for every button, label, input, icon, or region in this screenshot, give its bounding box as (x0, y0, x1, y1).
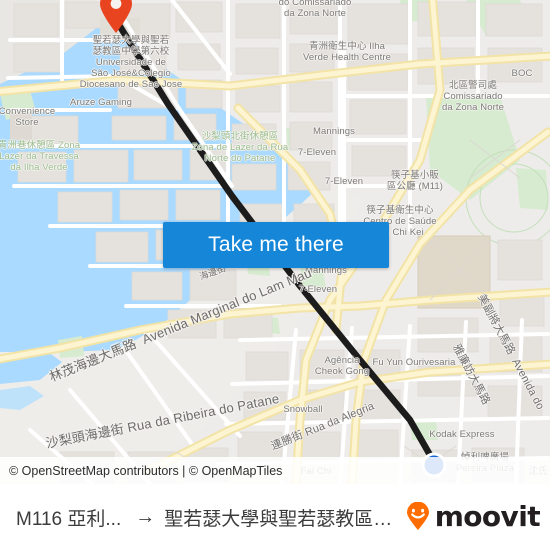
map-attribution-text[interactable]: © OpenStreetMap contributors | © OpenMap… (0, 464, 282, 478)
map-pin-icon (100, 0, 132, 33)
route-footer: M116 亞利... → 聖若瑟大學與聖若瑟教區中學第六... moovit (0, 484, 550, 550)
arrow-right-icon: → (135, 506, 156, 528)
route-origin-label[interactable]: M116 亞利... (16, 504, 121, 531)
route-destination-label[interactable]: 聖若瑟大學與聖若瑟教區中學第六... (164, 504, 392, 531)
route-endpoints: M116 亞利... → 聖若瑟大學與聖若瑟教區中學第六... (16, 504, 393, 531)
moovit-logo[interactable]: moovit (393, 500, 541, 533)
moovit-pin-smile-icon (406, 502, 429, 530)
moovit-wordmark: moovit (434, 500, 541, 533)
origin-pin-marker[interactable] (99, 0, 133, 34)
take-me-there-label: Take me there (208, 233, 344, 256)
map-attribution-bar: © OpenStreetMap contributors | © OpenMap… (0, 457, 550, 484)
take-me-there-button[interactable]: Take me there (163, 222, 389, 268)
moovit-map-screen: 聖若瑟大學與聖若 瑟教區中學第六校 Universidade de São Jo… (0, 0, 550, 550)
map-canvas[interactable]: 聖若瑟大學與聖若 瑟教區中學第六校 Universidade de São Jo… (0, 0, 550, 484)
